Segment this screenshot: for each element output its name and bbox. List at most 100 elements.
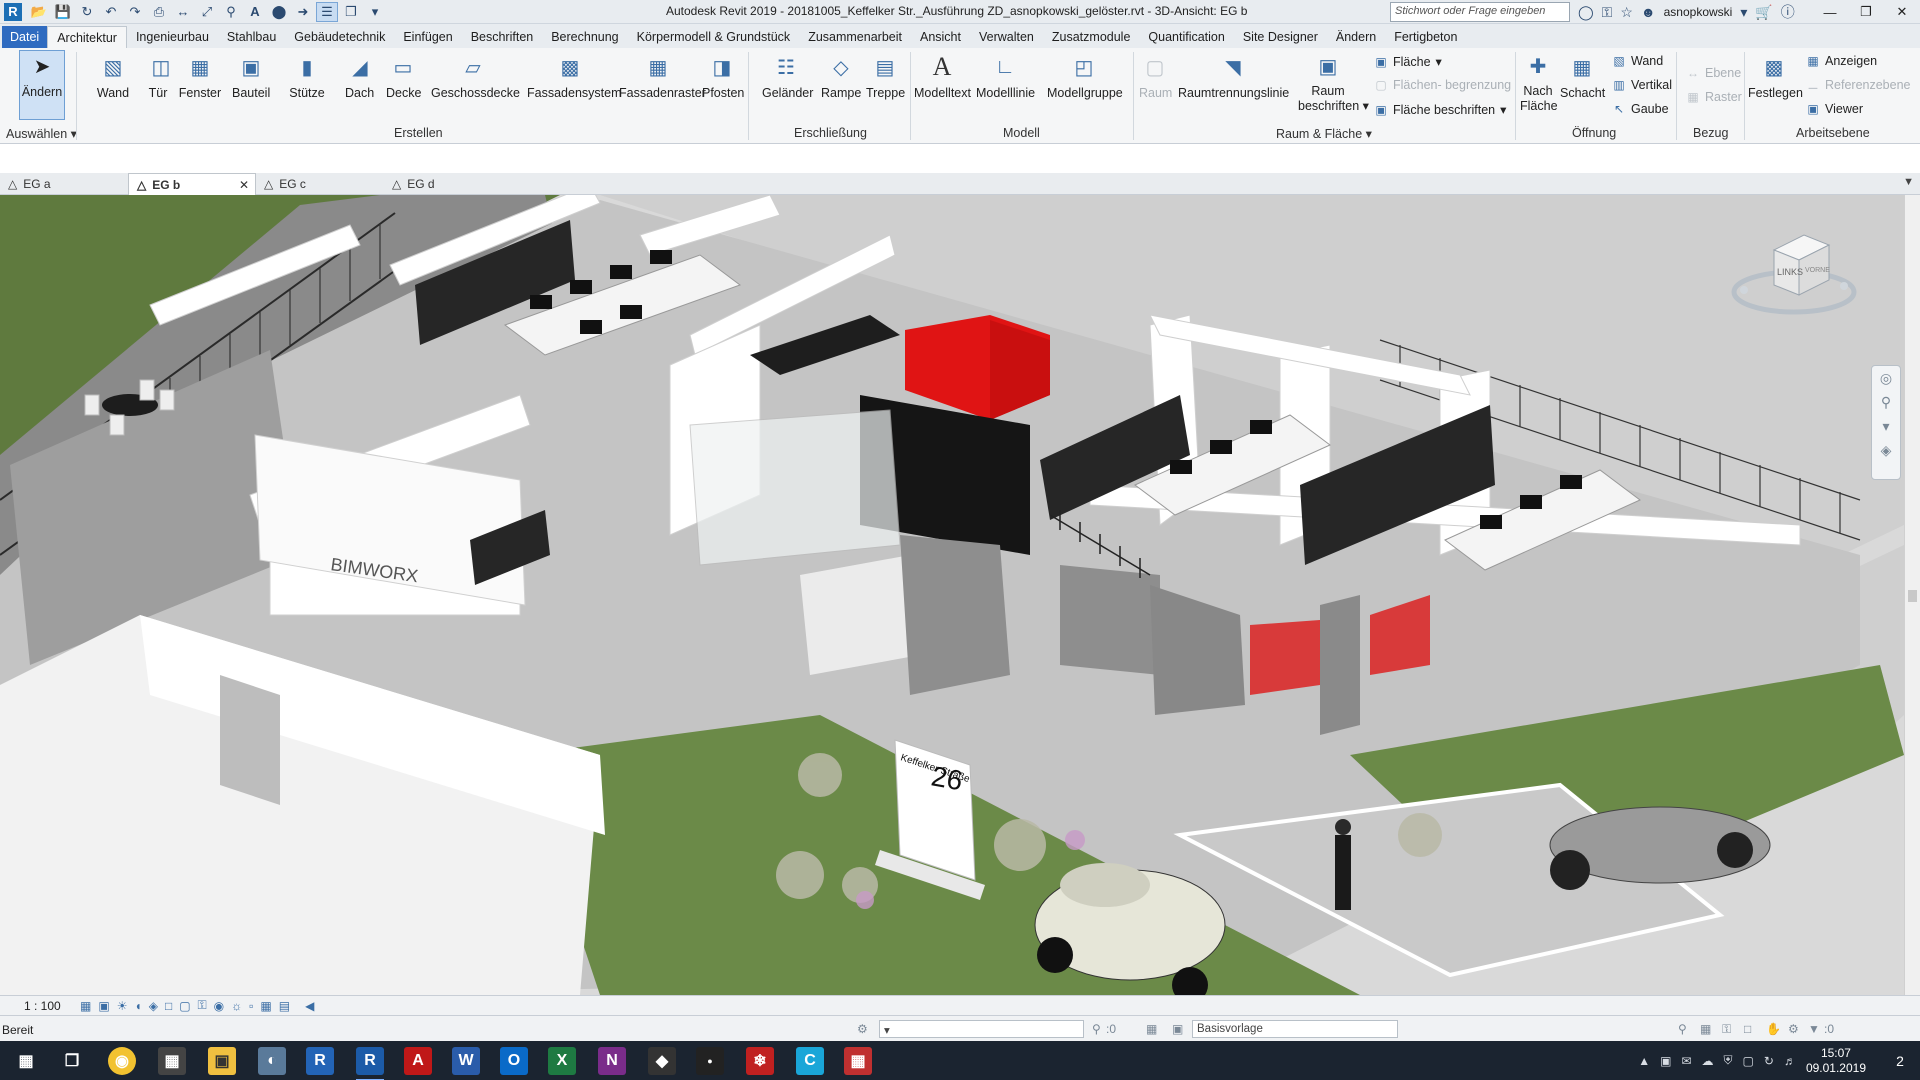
sun-path-icon[interactable]: ☀ [117, 999, 128, 1013]
analysis-icon[interactable]: ▫ [249, 999, 253, 1013]
tab-koerpermodell[interactable]: Körpermodell & Grundstück [628, 26, 800, 48]
wall-button[interactable]: ▧ Wand [96, 52, 130, 101]
view-tab-eg-c[interactable]: △ EG c [256, 173, 384, 195]
curtain-grid-button[interactable]: ▦ Fassadenraster [619, 52, 706, 101]
c-app-icon[interactable]: C [796, 1047, 824, 1075]
tab-zusammenarbeit[interactable]: Zusammenarbeit [799, 26, 911, 48]
star-icon[interactable]: ☆ [1620, 4, 1633, 21]
tab-ingenieurbau[interactable]: Ingenieurbau [127, 26, 218, 48]
onenote-icon[interactable]: N [598, 1047, 626, 1075]
area-button[interactable]: ▣ Fläche ▾ [1374, 54, 1441, 70]
temp-hide-icon[interactable]: ◉ [214, 999, 224, 1013]
roof-button[interactable]: ◢ Dach [345, 52, 374, 101]
tray-cloud-icon[interactable]: ☁ [1702, 1054, 1714, 1068]
tray-app-icon[interactable]: ▣ [1660, 1054, 1671, 1068]
workset-dropdown[interactable]: ▾ [879, 1020, 1084, 1038]
default-3d-view-icon[interactable]: ⬤ [268, 2, 290, 22]
visual-style-icon[interactable]: ▣ [98, 999, 109, 1013]
select-panel-title[interactable]: Auswählen ▾ [6, 126, 77, 141]
clock[interactable]: 15:07 09.01.2019 [1806, 1046, 1866, 1076]
measure-icon[interactable]: ↔ [172, 2, 194, 22]
tab-stahlbau[interactable]: Stahlbau [218, 26, 285, 48]
revit-logo-icon[interactable]: R [4, 2, 22, 21]
detail-level-icon[interactable]: ▦ [80, 999, 91, 1013]
ceiling-button[interactable]: ▭ Decke [386, 52, 421, 101]
tab-datei[interactable]: Datei [2, 26, 48, 48]
tray-sync-icon[interactable]: ↻ [1764, 1054, 1774, 1068]
design-option-dropdown[interactable]: Basisvorlage [1192, 1020, 1398, 1038]
area-boundary-button[interactable]: ▢ Flächen- begrenzung [1374, 78, 1511, 92]
excel-icon[interactable]: X [548, 1047, 576, 1075]
minimize-icon[interactable]: — [1812, 0, 1848, 24]
user-icon[interactable]: ☻ [1641, 4, 1656, 20]
tag-room-button[interactable]: ▣ Raum beschriften ▾ [1298, 52, 1369, 114]
zoom-icon[interactable]: ⚲ [1872, 390, 1900, 414]
modify-button[interactable]: ➤ Ändern [19, 50, 65, 120]
tag-area-button[interactable]: ▣ Fläche beschriften ▾ [1374, 102, 1506, 118]
file-explorer-icon[interactable]: ▣ [208, 1047, 236, 1075]
sonos-icon[interactable]: ● [696, 1047, 724, 1075]
ramp-button[interactable]: ◇ Rampe [821, 52, 861, 101]
outlook-icon[interactable]: O [500, 1047, 528, 1075]
print-icon[interactable]: ⎙ [148, 2, 170, 22]
main-model-icon[interactable]: ▣ [1172, 1022, 1183, 1036]
crop-view-icon[interactable]: □ [165, 999, 172, 1013]
open-icon[interactable]: 📂 [28, 2, 50, 22]
select-underlay-icon[interactable]: ▦ [1700, 1022, 1711, 1036]
notification-center-icon[interactable]: 2 [1880, 1041, 1920, 1080]
aligned-dimension-icon[interactable]: ⤢ [196, 2, 218, 22]
tab-site-designer[interactable]: Site Designer [1234, 26, 1327, 48]
show-crop-icon[interactable]: ▢ [179, 999, 190, 1013]
dormer-button[interactable]: ↖ Gaube [1612, 102, 1669, 116]
view-scale[interactable]: 1 : 100 [0, 999, 80, 1013]
zoom-dropdown-icon[interactable]: ▾ [1872, 414, 1900, 438]
model-text-button[interactable]: A Modelltext [914, 52, 971, 100]
room-panel-title[interactable]: Raum & Fläche ▾ [1276, 126, 1372, 141]
select-face-icon[interactable]: □ [1744, 1022, 1751, 1036]
close-tab-icon[interactable]: ✕ [239, 178, 249, 192]
viewcube[interactable]: LINKS VORNE [1729, 220, 1859, 330]
workset-icon[interactable]: ⚙ [857, 1022, 868, 1036]
design-options-icon[interactable]: ▦ [1146, 1022, 1157, 1036]
background-process-icon[interactable]: ⚙ [1788, 1022, 1799, 1036]
set-workplane-button[interactable]: ▩ Festlegen [1748, 52, 1803, 101]
tab-verwalten[interactable]: Verwalten [970, 26, 1043, 48]
cart-icon[interactable]: 🛒 [1755, 4, 1772, 21]
tab-beschriften[interactable]: Beschriften [462, 26, 543, 48]
text-icon[interactable]: A [244, 2, 266, 22]
tab-architektur[interactable]: Architektur [47, 26, 127, 48]
tray-volume-icon[interactable]: ♬ [1784, 1054, 1796, 1068]
filter-icon[interactable]: ▼ [1808, 1022, 1820, 1036]
thin-lines-icon[interactable]: ☰ [316, 1, 338, 22]
presentation-app-icon[interactable]: ▦ [844, 1047, 872, 1075]
select-pinned-icon[interactable]: ⚿ [1722, 1022, 1731, 1037]
binoculars-icon[interactable]: ◯ [1578, 4, 1594, 21]
room-separator-button[interactable]: ◥ Raumtrennungslinie [1178, 52, 1289, 101]
constraints-icon[interactable]: ▤ [279, 999, 290, 1013]
tab-aendern[interactable]: Ändern [1327, 26, 1385, 48]
viewer-button[interactable]: ▣ Viewer [1806, 102, 1863, 116]
model-line-button[interactable]: ∟ Modelllinie [976, 52, 1035, 101]
tray-shield-icon[interactable]: ⛨ [1724, 1053, 1733, 1068]
show-workplane-button[interactable]: ▦ Anzeigen [1806, 54, 1877, 68]
grid-button[interactable]: ▦ Raster [1686, 90, 1742, 104]
tray-outlook-icon[interactable]: ✉ [1681, 1054, 1691, 1068]
undo-icon[interactable]: ↶ [100, 2, 122, 22]
tab-einfuegen[interactable]: Einfügen [394, 26, 461, 48]
steering-wheel-icon[interactable]: ◎ [1872, 366, 1900, 390]
help-icon[interactable]: ⓘ [1781, 2, 1795, 22]
tab-berechnung[interactable]: Berechnung [542, 26, 627, 48]
reveal-hidden-icon[interactable]: ☼ [231, 999, 242, 1013]
tab-fertigbeton[interactable]: Fertigbeton [1385, 26, 1466, 48]
mullion-button[interactable]: ◨ Pfosten [702, 52, 744, 101]
chrome-icon[interactable]: ◉ [108, 1047, 136, 1075]
curtain-system-button[interactable]: ▩ Fassadensystem [527, 52, 621, 101]
acrobat-icon[interactable]: A [404, 1047, 432, 1075]
view-tab-eg-d[interactable]: △ EG d [384, 173, 512, 195]
tab-gebaeudetechnik[interactable]: Gebäudetechnik [285, 26, 394, 48]
windows-start-icon[interactable]: ▦ [12, 1047, 40, 1075]
chevron-down-icon[interactable]: ▾ [1740, 4, 1747, 21]
sync-icon[interactable]: ↻ [76, 2, 98, 22]
redo-icon[interactable]: ↷ [124, 2, 146, 22]
paint-icon[interactable]: ◐ [258, 1047, 286, 1075]
